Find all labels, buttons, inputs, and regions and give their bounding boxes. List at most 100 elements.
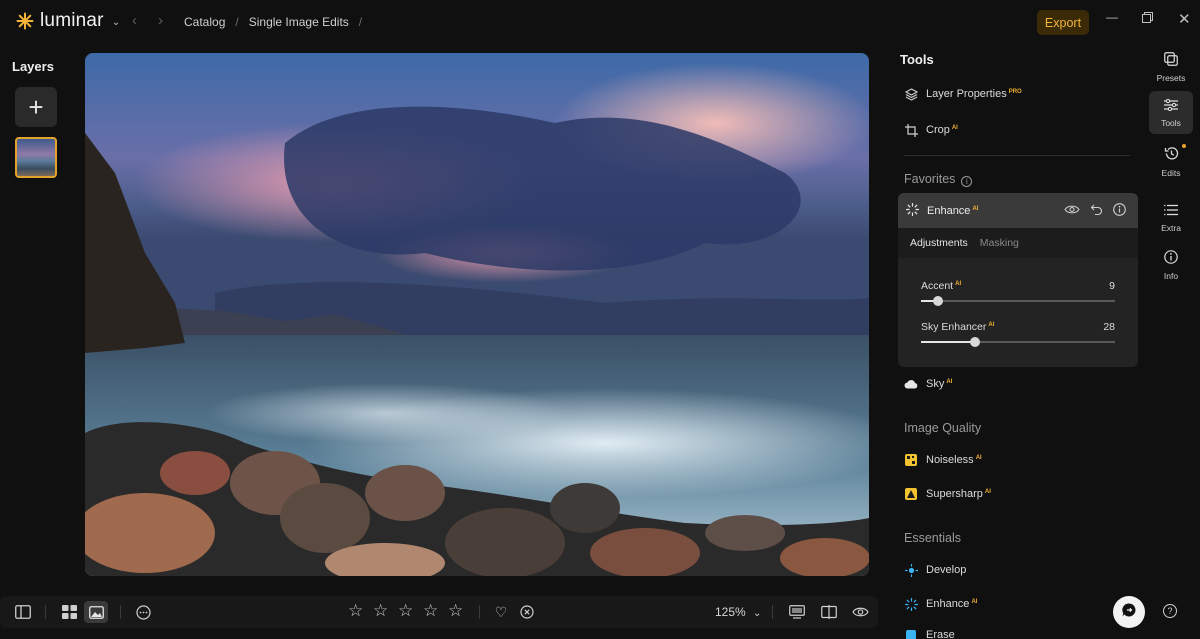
info-icon[interactable] <box>1113 203 1126 219</box>
add-layer-button[interactable]: + <box>15 87 57 127</box>
tab-adjustments[interactable]: Adjustments <box>910 237 968 249</box>
ai-badge: AI <box>971 599 978 605</box>
rating-star-1-icon[interactable]: ☆ <box>348 601 363 621</box>
zoom-level[interactable]: 125% ⌄ <box>715 605 761 619</box>
single-image-view-icon[interactable] <box>84 601 108 623</box>
enhance-tabs: Adjustments Masking <box>898 228 1138 258</box>
rating-star-4-icon[interactable]: ☆ <box>423 601 438 621</box>
history-icon <box>1164 146 1179 165</box>
tool-label-text: Noiseless <box>926 454 974 466</box>
develop-icon <box>904 563 918 577</box>
more-options-icon[interactable] <box>134 603 152 621</box>
rating-star-3-icon[interactable]: ☆ <box>398 601 413 621</box>
info-icon[interactable]: i <box>961 176 973 187</box>
ai-badge: AI <box>984 489 991 495</box>
tool-label: Sky AI <box>926 378 952 390</box>
noiseless-icon <box>904 453 918 467</box>
tool-label: Develop <box>926 564 967 576</box>
accent-slider[interactable] <box>921 296 1115 306</box>
divider <box>479 605 480 619</box>
accent-slider-handle[interactable] <box>933 296 944 306</box>
tool-layer-properties[interactable]: Layer Properties PRO <box>904 87 1022 101</box>
plus-icon: + <box>28 91 44 122</box>
compare-screen-icon[interactable] <box>788 603 806 621</box>
breadcrumb-separator: / <box>358 15 363 29</box>
tool-label-text: Layer Properties <box>926 88 1007 100</box>
sky-enhancer-slider-handle[interactable] <box>970 337 981 347</box>
chat-assistant-button[interactable] <box>1113 596 1145 628</box>
chevron-down-icon: ⌄ <box>753 608 762 619</box>
reset-undo-icon[interactable] <box>1090 203 1103 219</box>
essentials-title: Essentials <box>904 531 961 545</box>
ai-badge: AI <box>972 205 979 212</box>
crop-icon <box>904 123 918 137</box>
tool-erase[interactable]: Erase <box>904 628 955 639</box>
image-quality-title: Image Quality <box>904 421 982 435</box>
enhance-icon <box>904 597 918 611</box>
top-bar: luminar ⌄ ‹ › Catalog / Single Image Edi… <box>0 0 1200 44</box>
app-logo[interactable]: luminar ⌄ <box>16 10 120 32</box>
tool-label-text: Sky <box>926 378 945 390</box>
tool-label: Layer Properties PRO <box>926 88 1022 100</box>
pro-badge: PRO <box>1008 89 1022 95</box>
accent-value[interactable]: 9 <box>1109 280 1115 292</box>
grid-view-icon[interactable] <box>60 603 78 621</box>
supersharp-icon <box>904 487 918 501</box>
split-view-icon[interactable] <box>820 603 838 621</box>
nav-label: Info <box>1163 271 1179 281</box>
breadcrumb-separator: / <box>235 15 239 29</box>
tab-masking[interactable]: Masking <box>980 237 1019 249</box>
export-button[interactable]: Export <box>1037 10 1089 35</box>
visibility-eye-icon[interactable] <box>1064 203 1080 219</box>
sky-enhancer-slider-fill <box>921 341 976 343</box>
nav-info[interactable]: Info <box>1149 250 1193 281</box>
enhance-label: Enhance AI <box>927 205 978 217</box>
tool-crop[interactable]: Crop AI <box>904 123 958 137</box>
tool-label: Erase <box>926 629 955 639</box>
info-icon <box>1164 250 1178 268</box>
sky-enhancer-label: Sky Enhancer AI <box>921 321 994 333</box>
forward-arrow-icon[interactable]: › <box>158 12 163 29</box>
restore-icon[interactable] <box>1142 12 1153 26</box>
preview-eye-icon[interactable] <box>851 603 869 621</box>
minimize-icon[interactable]: — <box>1106 10 1118 24</box>
tool-sky[interactable]: Sky AI <box>904 377 952 391</box>
enhance-sparkle-icon <box>905 202 920 219</box>
luminar-sun-icon <box>16 12 34 30</box>
favorite-heart-icon[interactable]: ♡ <box>492 603 510 621</box>
tool-noiseless[interactable]: Noiseless AI <box>904 453 982 467</box>
nav-tools[interactable]: Tools <box>1149 91 1193 134</box>
rating-star-2-icon[interactable]: ☆ <box>373 601 388 621</box>
edits-notification-dot <box>1182 144 1186 148</box>
divider <box>772 605 773 619</box>
favorites-title-text: Favorites <box>904 172 956 186</box>
ai-badge: AI <box>975 455 982 461</box>
tools-title: Tools <box>900 52 934 67</box>
nav-presets[interactable]: Presets <box>1149 52 1193 83</box>
ai-badge: AI <box>951 125 958 131</box>
tool-enhance[interactable]: Enhance AI <box>904 597 977 611</box>
breadcrumb-catalog[interactable]: Catalog <box>184 15 225 29</box>
enhance-header[interactable]: Enhance AI <box>898 193 1138 228</box>
layer-thumbnail[interactable] <box>15 137 57 178</box>
nav-label: Extra <box>1161 223 1181 233</box>
tool-develop[interactable]: Develop <box>904 563 966 577</box>
rating-star-5-icon[interactable]: ☆ <box>448 601 463 621</box>
tool-supersharp[interactable]: Supersharp AI <box>904 487 991 501</box>
reject-icon[interactable] <box>518 603 536 621</box>
help-icon[interactable]: ? <box>1163 604 1177 618</box>
nav-edits[interactable]: Edits <box>1149 146 1193 178</box>
close-icon[interactable]: ✕ <box>1178 10 1191 28</box>
toggle-panel-icon[interactable] <box>14 603 32 621</box>
divider <box>120 605 121 619</box>
sky-enhancer-slider[interactable] <box>921 337 1115 347</box>
divider <box>45 605 46 619</box>
divider <box>904 155 1130 156</box>
breadcrumb: Catalog / Single Image Edits / <box>184 15 362 29</box>
breadcrumb-single-image-edits[interactable]: Single Image Edits <box>249 15 349 29</box>
presets-icon <box>1164 52 1178 70</box>
main-image-canvas[interactable] <box>85 53 869 576</box>
nav-extra[interactable]: Extra <box>1149 203 1193 233</box>
sky-enhancer-value[interactable]: 28 <box>1103 321 1115 333</box>
back-arrow-icon[interactable]: ‹ <box>132 12 137 29</box>
